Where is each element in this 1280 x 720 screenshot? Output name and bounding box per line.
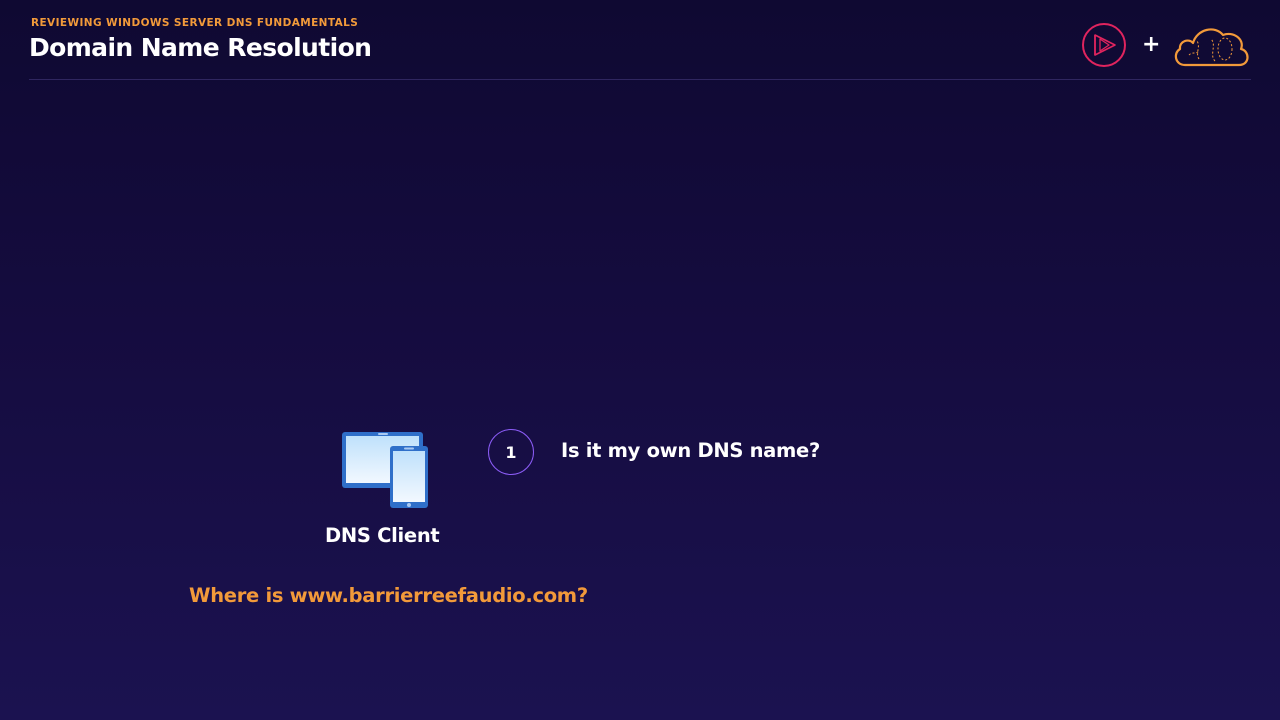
play-logo-icon xyxy=(1082,23,1126,67)
step-text: Is it my own DNS name? xyxy=(561,439,820,462)
dns-client-label: DNS Client xyxy=(325,524,440,547)
cloud-logo-icon xyxy=(1174,28,1249,67)
header-subtitle: REVIEWING WINDOWS SERVER DNS FUNDAMENTAL… xyxy=(31,17,359,29)
plus-separator: + xyxy=(1142,32,1161,57)
step-number-badge: 1 xyxy=(488,429,534,475)
page-title: Domain Name Resolution xyxy=(29,33,372,62)
header-divider xyxy=(29,79,1251,80)
devices-icon xyxy=(342,432,428,508)
query-text: Where is www.barrierreefaudio.com? xyxy=(189,584,588,607)
